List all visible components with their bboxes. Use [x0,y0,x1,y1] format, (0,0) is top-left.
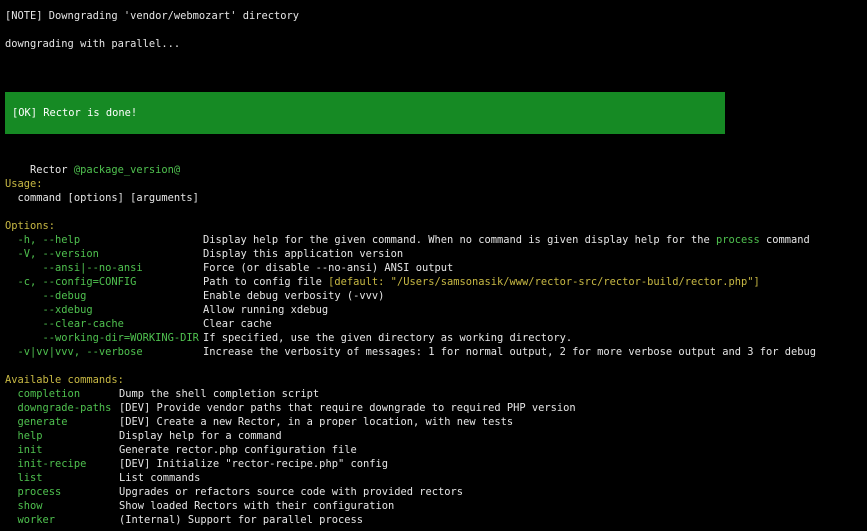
usage-line: command [options] [arguments] [5,192,199,204]
option-name: --ansi|--no-ansi [5,262,143,274]
option-description-text: Increase the verbosity of messages: 1 fo… [203,346,817,358]
progress-line: downgrading with parallel... [5,38,181,50]
option-description-text: Allow running xdebug [203,304,329,316]
command-row: init-recipe [DEV] Initialize "rector-reci… [5,457,863,471]
option-name: -c, --config=CONFIG [5,276,137,288]
command-description: [DEV] Initialize "rector-recipe.php" con… [119,458,388,470]
command-row: completion Dump the shell completion scri… [5,387,863,401]
command-row: process Upgrades or refactors source code… [5,485,863,499]
command-description: (Internal) Support for parallel process [119,514,363,526]
command-description: Upgrades or refactors source code with p… [119,486,464,498]
option-description-text: Display help for the given command. When… [203,234,716,246]
command-row: worker (Internal) Support for parallel pr… [5,513,863,527]
options-heading: Options: [5,220,56,232]
option-name: --xdebug [5,304,93,316]
option-description: Enable debug verbosity (-vvv) [203,289,384,303]
command-description: Display help for a command [119,430,282,442]
option-row: --clear-cache Clear cache [5,317,863,331]
command-name: show [5,500,43,512]
command-row: show Show loaded Rectors with their confi… [5,499,863,513]
option-name: --clear-cache [5,318,124,330]
command-row: list List commands [5,471,863,485]
option-name: -h, --help [5,234,81,246]
option-row: --xdebug Allow running xdebug [5,303,863,317]
command-name: list [5,472,43,484]
option-row: -v|vv|vvv, --verbose Increase the verbosi… [5,345,863,359]
option-row: --debug Enable debug verbosity (-vvv) [5,289,863,303]
ok-success-block: [OK] Rector is done! [5,92,725,134]
command-name: worker [5,514,56,526]
app-version: @package_version@ [73,164,181,176]
usage-heading: Usage: [5,178,43,190]
command-name: help [5,430,43,442]
option-row: -h, --help Display help for the given com… [5,233,863,247]
option-description-highlight: process [715,234,760,246]
option-row: --working-dir=WORKING-DIR If specified, u… [5,331,863,345]
note-line: [NOTE] Downgrading 'vendor/webmozart' di… [5,10,300,22]
option-description-text: Display this application version [203,248,404,260]
option-description: Path to config file [default: "/Users/sa… [203,275,760,289]
command-name: generate [5,416,68,428]
option-description-text: Path to config file [203,276,329,288]
command-description: Dump the shell completion script [119,388,320,400]
command-name: process [5,486,62,498]
option-name: --debug [5,290,87,302]
option-description: If specified, use the given directory as… [203,331,572,345]
option-description: Display help for the given command. When… [203,233,810,247]
command-row: downgrade-paths [DEV] Provide vendor path… [5,401,863,415]
option-description: Increase the verbosity of messages: 1 fo… [203,345,816,359]
command-name: downgrade-paths [5,402,112,414]
ok-message: [OK] Rector is done! [12,107,138,119]
option-row: -c, --config=CONFIG Path to config file [… [5,275,863,289]
command-description: [DEV] Provide vendor paths that require … [119,402,576,414]
command-description: Show loaded Rectors with their configura… [119,500,395,512]
option-default-value: [default: "/Users/samsonasik/www/rector-… [328,276,760,288]
option-description: Force (or disable --no-ansi) ANSI output [203,261,453,275]
option-description-text: If specified, use the given directory as… [203,332,573,344]
command-row: init Generate rector.php configuration fi… [5,443,863,457]
command-row: generate [DEV] Create a new Rector, in a … [5,415,863,429]
option-row: --ansi|--no-ansi Force (or disable --no-a… [5,261,863,275]
option-description-text: Force (or disable --no-ansi) ANSI output [203,262,454,274]
option-name: -v|vv|vvv, --verbose [5,346,143,358]
app-title-line: Rector @package_version@ [5,149,180,176]
option-description-text: Clear cache [203,318,272,330]
command-description: List commands [119,472,201,484]
command-row: help Display help for a command [5,429,863,443]
option-name: -V, --version [5,248,99,260]
option-description: Allow running xdebug [203,303,328,317]
option-description-tail: command [759,234,810,246]
command-name: completion [5,388,81,400]
option-name: --working-dir=WORKING-DIR [5,332,199,344]
command-name: init [5,444,43,456]
commands-heading: Available commands: [5,374,124,386]
option-description-text: Enable debug verbosity (-vvv) [203,290,385,302]
option-description: Clear cache [203,317,272,331]
command-name: init-recipe [5,458,87,470]
option-description: Display this application version [203,247,403,261]
command-description: Generate rector.php configuration file [119,444,357,456]
command-description: [DEV] Create a new Rector, in a proper l… [119,416,514,428]
option-row: -V, --version Display this application ve… [5,247,863,261]
app-name: Rector [30,164,68,176]
